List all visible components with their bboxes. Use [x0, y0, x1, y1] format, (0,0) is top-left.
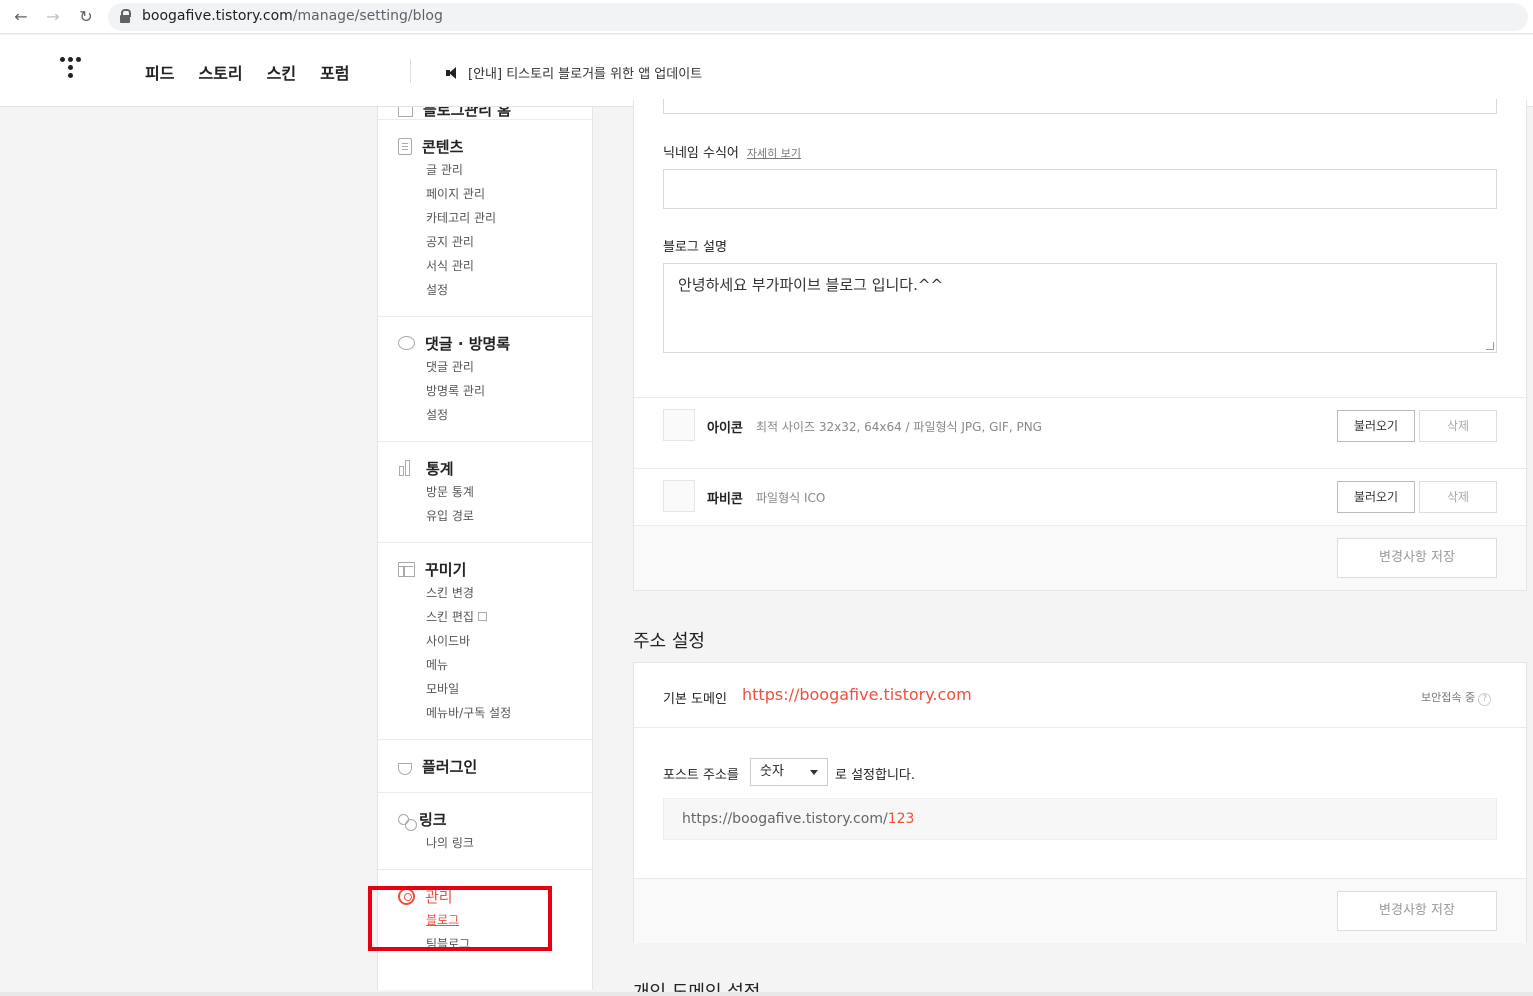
sidebar-group-title[interactable]: 댓글 · 방명록	[425, 333, 510, 354]
sidebar-group-title[interactable]: 플러그인	[422, 756, 477, 777]
favicon-thumbnail	[663, 480, 695, 512]
save-area: 변경사항 저장	[634, 878, 1526, 943]
header-divider	[410, 59, 411, 83]
sidebar-item-visit-stats[interactable]: 방문 통계	[378, 480, 592, 504]
resize-grip-icon[interactable]	[1486, 342, 1494, 350]
main-menu: 피드 스토리 스킨 포럼	[145, 60, 350, 84]
sidebar-item-referrers[interactable]: 유입 경로	[378, 504, 592, 528]
external-link-icon	[477, 612, 487, 621]
icon-thumbnail	[663, 409, 695, 441]
sidebar-item-pages[interactable]: 페이지 관리	[378, 182, 592, 206]
sidebar-item-mobile[interactable]: 모바일	[378, 677, 592, 701]
secure-connection-status: 보안접속 중?	[1421, 689, 1492, 706]
favicon-load-button[interactable]: 불러오기	[1337, 481, 1415, 513]
blog-settings-panel: 닉네임 수식어 자세히 보기 블로그 설명 안녕하세요 부가파이브 블로그 입니다…	[633, 99, 1528, 591]
menu-forum[interactable]: 포럼	[320, 60, 349, 84]
sidebar-group-plugins: 플러그인	[378, 740, 592, 793]
tistory-logo-icon[interactable]	[60, 57, 84, 85]
address-bar[interactable]: boogafive.tistory.com/manage/setting/blo…	[108, 3, 1528, 31]
menu-feed[interactable]: 피드	[145, 60, 174, 84]
site-header: 피드 스토리 스킨 포럼 [안내] 티스토리 블로거를 위한 앱 업데이트	[0, 35, 1533, 107]
sidebar-home[interactable]: 블로그관리 홈	[378, 107, 592, 120]
sidebar-item-menu[interactable]: 메뉴	[378, 653, 592, 677]
favicon-description: 파일형식 ICO	[756, 491, 826, 505]
nickname-input[interactable]	[663, 169, 1497, 209]
sidebar-item-skin-edit[interactable]: 스킨 편집	[378, 605, 592, 629]
reload-icon[interactable]: ↻	[76, 7, 96, 27]
sidebar-item-notices[interactable]: 공지 관리	[378, 230, 592, 254]
post-address-select[interactable]: 숫자	[750, 758, 828, 786]
domain-label: 기본 도메인	[663, 692, 727, 707]
sidebar-group-title[interactable]: 통계	[426, 458, 454, 479]
highlight-annotation-box	[368, 886, 552, 951]
sidebar-group-stats: 통계 방문 통계 유입 경로	[378, 442, 592, 543]
divider	[634, 468, 1528, 469]
blog-name-input[interactable]	[663, 99, 1497, 114]
back-arrow-icon[interactable]: ←	[11, 7, 31, 27]
chevron-down-icon	[810, 770, 818, 775]
favicon-label: 파비콘	[707, 492, 743, 507]
sidebar-group-title[interactable]: 꾸미기	[425, 559, 466, 580]
favicon-delete-button[interactable]: 삭제	[1419, 481, 1497, 513]
save-area: 변경사항 저장	[634, 525, 1526, 590]
document-icon	[398, 137, 412, 155]
address-section-title: 주소 설정	[633, 631, 705, 652]
chart-icon	[398, 459, 416, 477]
lock-icon	[120, 9, 131, 23]
icon-label: 아이콘	[707, 421, 743, 436]
sidebar-item-templates[interactable]: 서식 관리	[378, 254, 592, 278]
icon-load-button[interactable]: 불러오기	[1337, 410, 1415, 442]
notice-link[interactable]: [안내] 티스토리 블로거를 위한 앱 업데이트	[446, 63, 702, 82]
help-icon[interactable]: ?	[1478, 693, 1492, 706]
sidebar-item-comment-settings[interactable]: 설정	[378, 403, 592, 427]
sidebar-item-sidebar[interactable]: 사이드바	[378, 629, 592, 653]
sidebar-item-skin-change[interactable]: 스킨 변경	[378, 581, 592, 605]
description-textarea[interactable]: 안녕하세요 부가파이브 블로그 입니다.^^	[663, 263, 1497, 353]
nickname-help-link[interactable]: 자세히 보기	[747, 147, 801, 160]
icon-delete-button[interactable]: 삭제	[1419, 410, 1497, 442]
save-changes-button[interactable]: 변경사항 저장	[1337, 538, 1497, 578]
post-address-suffix: 로 설정합니다.	[835, 768, 916, 783]
plugin-icon	[398, 763, 412, 775]
nickname-label: 닉네임 수식어 자세히 보기	[663, 146, 802, 161]
post-address-label: 포스트 주소를	[663, 768, 739, 783]
sidebar-item-content-settings[interactable]: 설정	[378, 278, 592, 302]
sidebar-item-guestbook[interactable]: 방명록 관리	[378, 379, 592, 403]
custom-domain-section-title: 개인 도메인 설정	[633, 980, 760, 992]
sidebar-item-posts[interactable]: 글 관리	[378, 158, 592, 182]
link-icon	[398, 813, 417, 831]
speaker-icon	[446, 67, 460, 79]
url-text: boogafive.tistory.com/manage/setting/blo…	[142, 8, 443, 24]
comment-icon	[398, 336, 415, 350]
sidebar-item-categories[interactable]: 카테고리 관리	[378, 206, 592, 230]
sidebar-group-comments: 댓글 · 방명록 댓글 관리 방명록 관리 설정	[378, 317, 592, 442]
sidebar-group-design: 꾸미기 스킨 변경 스킨 편집 사이드바 메뉴 모바일 메뉴바/구독 설정	[378, 543, 592, 740]
bottom-scroll-edge	[0, 992, 1533, 996]
address-settings-panel: 기본 도메인 https://boogafive.tistory.com 보안접…	[633, 662, 1528, 943]
post-address-preview: https://boogafive.tistory.com/123	[663, 798, 1497, 840]
admin-sidebar: 블로그관리 홈 콘텐츠 글 관리 페이지 관리 카테고리 관리 공지 관리 서식…	[377, 107, 593, 990]
sidebar-home-label: 블로그관리 홈	[423, 107, 512, 119]
sidebar-item-my-links[interactable]: 나의 링크	[378, 831, 592, 855]
sidebar-group-contents: 콘텐츠 글 관리 페이지 관리 카테고리 관리 공지 관리 서식 관리 설정	[378, 120, 592, 317]
home-icon	[398, 107, 413, 117]
description-label: 블로그 설명	[663, 240, 727, 255]
domain-url-link[interactable]: https://boogafive.tistory.com	[742, 685, 972, 704]
sidebar-group-title[interactable]: 콘텐츠	[422, 136, 463, 157]
menu-skin[interactable]: 스킨	[267, 60, 296, 84]
browser-toolbar: ← → ↻ boogafive.tistory.com/manage/setti…	[0, 0, 1533, 34]
icon-description: 최적 사이즈 32x32, 64x64 / 파일형식 JPG, GIF, PNG	[756, 420, 1042, 434]
divider	[634, 727, 1528, 728]
sidebar-item-menubar[interactable]: 메뉴바/구독 설정	[378, 701, 592, 725]
save-changes-button[interactable]: 변경사항 저장	[1337, 891, 1497, 931]
forward-arrow-icon[interactable]: →	[43, 7, 63, 27]
layout-icon	[398, 561, 415, 577]
sidebar-item-comments[interactable]: 댓글 관리	[378, 355, 592, 379]
sidebar-group-title[interactable]: 링크	[419, 809, 447, 830]
menu-story[interactable]: 스토리	[198, 60, 242, 84]
sidebar-group-links: 링크 나의 링크	[378, 793, 592, 870]
divider	[634, 397, 1528, 398]
